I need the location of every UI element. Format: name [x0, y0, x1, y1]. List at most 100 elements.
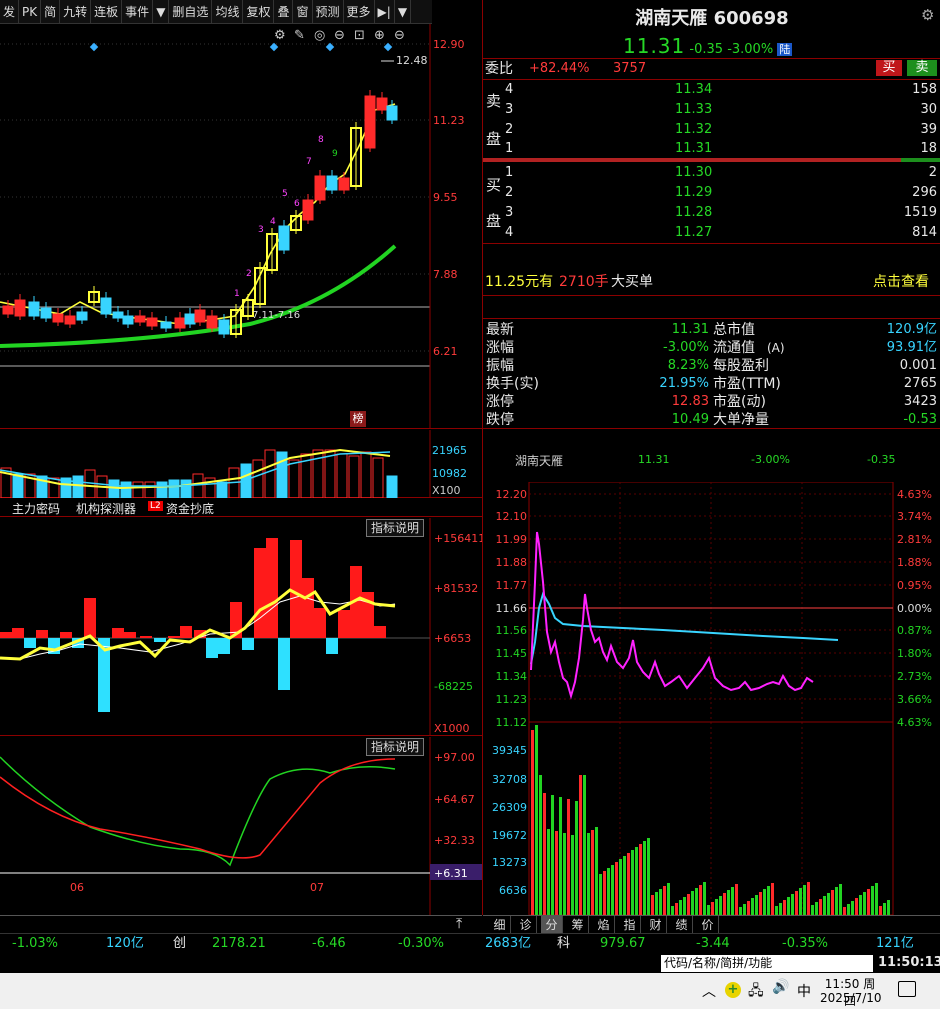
candle-body: [326, 175, 338, 191]
order-row[interactable]: 2 11.29 296: [483, 184, 940, 202]
order-row[interactable]: 1 11.31 18: [483, 140, 940, 158]
candle-body: [206, 315, 218, 329]
intraday-vol-tick: 19672: [492, 829, 527, 842]
sequence-label: 7: [306, 157, 312, 167]
toolbar-item-10[interactable]: 叠: [274, 0, 294, 24]
order-row[interactable]: 4 11.27 814: [483, 224, 940, 242]
toolbar-item-5[interactable]: 事件: [122, 0, 154, 24]
sell-button[interactable]: 卖: [907, 60, 937, 76]
tab-main-code[interactable]: 主力密码: [12, 500, 60, 517]
volume-bar: [372, 457, 384, 499]
sequence-label: 6: [294, 199, 300, 209]
tab-fund-bottom[interactable]: 资金抄底: [166, 500, 214, 517]
view-link[interactable]: 点击查看: [873, 273, 929, 291]
toolbar-item-14[interactable]: ▶|: [375, 0, 395, 24]
minus-icon[interactable]: ⊖: [394, 28, 405, 43]
tab-2[interactable]: 分: [541, 916, 563, 934]
trash-icon[interactable]: ⊡: [354, 28, 365, 43]
macd-pane: +156411 +81532 +6653 -68225 X1000 指标说明: [0, 518, 485, 736]
tab-3[interactable]: 筹: [567, 916, 589, 934]
order-price: 11.30: [675, 165, 713, 180]
collapse-icon[interactable]: ⤒: [456, 916, 462, 932]
macd-bar: [24, 638, 36, 648]
order-row[interactable]: 1 11.30 2: [483, 164, 940, 182]
tab-4[interactable]: 焰: [593, 916, 615, 934]
status-g: 2683亿: [485, 936, 532, 951]
intraday-volume-bar: [755, 895, 758, 915]
intraday-pct-tick: 2.81%: [897, 533, 932, 546]
gear-icon[interactable]: ⚙: [921, 6, 934, 24]
search-input[interactable]: 代码/名称/简拼/功能: [661, 955, 873, 972]
toolbar-item-15[interactable]: ▼: [395, 0, 412, 24]
intraday-volume-bar: [535, 725, 538, 915]
macd-bar: [84, 598, 96, 638]
tab-8[interactable]: 价: [697, 916, 719, 934]
toolbar-item-13[interactable]: 更多: [344, 0, 375, 24]
macd-bar: [12, 628, 24, 638]
quote-key: 最新: [486, 322, 514, 338]
macd-help-button[interactable]: 指标说明: [366, 519, 424, 537]
toolbar-item-7[interactable]: 删自选: [169, 0, 213, 24]
toolbar-item-9[interactable]: 复权: [243, 0, 275, 24]
tab-7[interactable]: 绩: [671, 916, 693, 934]
notification-icon[interactable]: [898, 981, 916, 997]
tab-1[interactable]: 诊: [515, 916, 537, 934]
toolbar-item-11[interactable]: 窗: [293, 0, 313, 24]
network-icon[interactable]: 🖧: [748, 980, 764, 1004]
order-row[interactable]: 3 11.33 30: [483, 101, 940, 119]
chevron-up-icon[interactable]: ︿: [702, 981, 716, 1001]
order-row[interactable]: 4 11.34 158: [483, 81, 940, 99]
quote-key: 市盈(动): [713, 394, 766, 410]
intraday-volume-bar: [679, 900, 682, 915]
toolbar-item-0[interactable]: 发: [0, 0, 20, 24]
tab-institution[interactable]: 机构探测器: [76, 500, 136, 517]
candle-body: [122, 315, 134, 325]
clock: 11:50:13: [878, 955, 940, 970]
toolbar-item-8[interactable]: 均线: [212, 0, 244, 24]
tab-0[interactable]: 细: [489, 916, 511, 934]
ime-indicator[interactable]: 中: [797, 981, 811, 1001]
intraday-chart: 12.20 4.63% 12.10 3.74% 11.99 2.81% 11.88 1.88%…: [492, 482, 932, 915]
pen-icon[interactable]: ✎: [294, 28, 305, 43]
order-volume: 1519: [903, 205, 937, 220]
taskbar-date[interactable]: 2025/7/10: [820, 991, 882, 1005]
vol-axis-1: 21965: [432, 444, 467, 457]
macd-tick: X1000: [434, 722, 470, 735]
tab-5[interactable]: 指: [619, 916, 641, 934]
intraday-pct-tick: 0.87%: [897, 624, 932, 637]
intraday-volume-bar: [771, 883, 774, 915]
kline-pane[interactable]: 12.90 11.23 9.55 7.88 6.21 12 34 56 7 89 ⚙ ✎ ◎ ⊖ ⊡ ⊕ ⊖…: [0, 24, 482, 429]
bid-ratio-bar: [901, 158, 940, 162]
candle-body: [218, 319, 230, 335]
order-volume: 158: [912, 82, 937, 97]
toolbar-item-2[interactable]: 简: [41, 0, 61, 24]
intraday-volume-bar: [623, 856, 626, 915]
settings-icon[interactable]: ⚙: [274, 28, 286, 43]
intraday-price-tick: 11.34: [496, 670, 528, 683]
order-row[interactable]: 3 11.28 1519: [483, 204, 940, 222]
eye-icon[interactable]: ◎: [314, 28, 325, 43]
status-j: -3.44: [696, 936, 730, 951]
quote-key: 振幅: [486, 358, 514, 374]
order-row[interactable]: 2 11.32 39: [483, 121, 940, 139]
event-marker[interactable]: [383, 42, 393, 52]
candle-body: [2, 305, 14, 315]
toolbar-item-6[interactable]: ▼: [153, 0, 170, 24]
volume-icon[interactable]: 🔊: [772, 979, 789, 995]
vol-axis-3: X100: [432, 484, 461, 497]
toolbar-item-3[interactable]: 九转: [60, 0, 92, 24]
macd-bar: [290, 540, 302, 638]
lock-icon[interactable]: ⊖: [334, 28, 345, 43]
kdj-help-button[interactable]: 指标说明: [366, 738, 424, 756]
toolbar-item-4[interactable]: 连板: [91, 0, 123, 24]
quote-value: 93.91亿: [886, 340, 937, 355]
plus-icon[interactable]: ⊕: [374, 28, 385, 43]
tab-6[interactable]: 财: [645, 916, 667, 934]
app-tray-icon[interactable]: +: [725, 982, 741, 998]
order-level: 3: [505, 205, 514, 220]
buy-button[interactable]: 买: [876, 60, 902, 76]
list-badge[interactable]: 榜: [350, 411, 366, 427]
toolbar-item-12[interactable]: 预测: [313, 0, 344, 24]
macd-bar: [218, 638, 230, 654]
toolbar-item-1[interactable]: PK: [19, 0, 42, 24]
